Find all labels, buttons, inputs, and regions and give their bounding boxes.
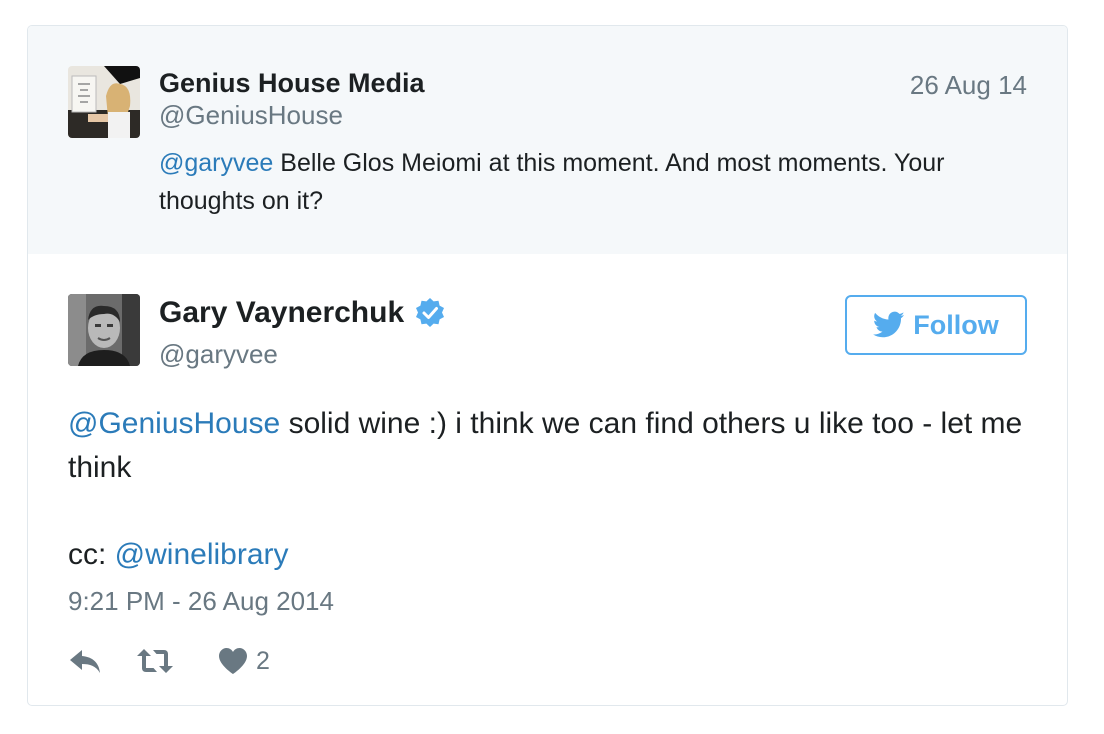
mention-link-garyvee[interactable]: @garyvee	[159, 149, 273, 177]
quoted-tweet-date[interactable]: 26 Aug 14	[910, 70, 1027, 101]
reply-icon	[68, 646, 102, 676]
genius-house-avatar[interactable]	[68, 66, 140, 138]
quoted-author-handle[interactable]: @GeniusHouse	[159, 100, 343, 131]
main-author-name-row: Gary Vaynerchuk	[159, 296, 446, 330]
main-author-handle[interactable]: @garyvee	[159, 339, 278, 370]
main-tweet-cc-line: cc: @winelibrary	[68, 533, 289, 577]
quoted-tweet-body: Belle Glos Meiomi at this moment. And mo…	[159, 149, 945, 215]
embedded-tweet-card: Genius House Media @GeniusHouse 26 Aug 1…	[27, 25, 1068, 706]
cc-prefix: cc:	[68, 538, 115, 571]
main-author-name[interactable]: Gary Vaynerchuk	[159, 296, 404, 330]
like-count: 2	[256, 646, 270, 675]
mention-link-winelibrary[interactable]: @winelibrary	[115, 538, 289, 571]
gary-vaynerchuk-avatar[interactable]	[68, 294, 140, 366]
tweet-actions: 2	[68, 643, 270, 679]
mention-link-geniushouse[interactable]: @GeniusHouse	[68, 407, 280, 440]
tweet-timestamp[interactable]: 9:21 PM - 26 Aug 2014	[68, 586, 334, 617]
main-tweet-text: @GeniusHouse solid wine :) i think we ca…	[68, 402, 1028, 490]
quoted-tweet[interactable]: Genius House Media @GeniusHouse 26 Aug 1…	[28, 26, 1067, 254]
heart-icon	[218, 647, 248, 675]
retweet-icon	[136, 646, 174, 676]
verified-badge-icon	[414, 297, 446, 329]
retweet-button[interactable]	[102, 646, 174, 676]
quoted-tweet-text: @garyvee Belle Glos Meiomi at this momen…	[159, 144, 1019, 220]
follow-button[interactable]: Follow	[845, 295, 1027, 355]
like-button[interactable]: 2	[218, 647, 270, 676]
quoted-author-name[interactable]: Genius House Media	[159, 68, 425, 99]
twitter-bird-icon	[873, 311, 905, 339]
reply-button[interactable]	[68, 646, 102, 676]
follow-button-label: Follow	[913, 309, 999, 340]
